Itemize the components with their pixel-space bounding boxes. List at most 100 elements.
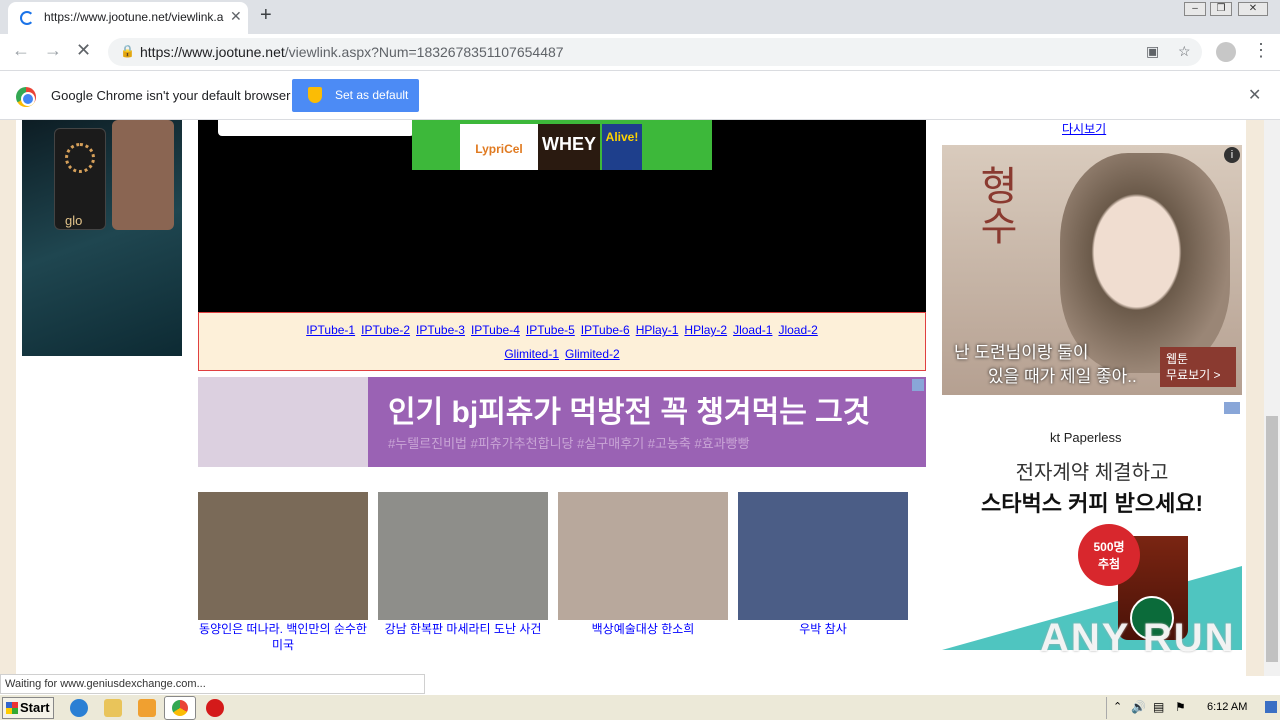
stop-sign-icon[interactable] bbox=[206, 699, 224, 717]
browser-tab[interactable]: https://www.jootune.net/viewlink.a ✕ bbox=[8, 2, 248, 34]
taskbar: Start ⌃ 🔊 ▤ ⚑ 6:12 AM bbox=[0, 694, 1280, 720]
address-bar[interactable]: 🔒 https://www.jootune.net/viewlink.aspx?… bbox=[108, 38, 1202, 66]
stream-link[interactable]: HPlay-2 bbox=[684, 323, 727, 337]
kt-headline-2: 스타벅스 커피 받으세요! bbox=[981, 491, 1203, 516]
restore-button[interactable]: ❐ bbox=[1210, 2, 1232, 16]
chrome-logo-icon bbox=[16, 87, 36, 107]
replay-link[interactable]: 다시보기 bbox=[1062, 120, 1106, 137]
stream-link[interactable]: IPTube-3 bbox=[416, 323, 465, 337]
lock-icon[interactable]: 🔒 bbox=[120, 44, 135, 58]
info-icon[interactable]: i bbox=[1224, 147, 1240, 163]
folder-icon[interactable] bbox=[104, 699, 122, 717]
shield-icon bbox=[308, 87, 322, 103]
product-whey: WHEY bbox=[538, 124, 600, 170]
stream-link[interactable]: IPTube-4 bbox=[471, 323, 520, 337]
default-browser-infobar: Google Chrome isn't your default browser… bbox=[0, 70, 1280, 120]
supplement-ad[interactable]: LypriCel WHEY Alive! bbox=[412, 120, 712, 170]
prize-badge: 500명 추첨 bbox=[1078, 524, 1140, 586]
anyrun-watermark: ANY RUN bbox=[1040, 616, 1236, 660]
device-image: glo bbox=[54, 128, 106, 230]
device-fan-icon bbox=[65, 143, 95, 173]
clock: 6:12 AM bbox=[1207, 701, 1248, 713]
product-lypricel: LypriCel bbox=[460, 124, 538, 170]
set-default-label: Set as default bbox=[335, 88, 409, 102]
thumbnail-caption[interactable]: 백상예술대상 한소희 bbox=[558, 621, 728, 637]
banner-ad[interactable]: 인기 bj피츄가 먹방전 꼭 챙겨먹는 그것 #누텔르진비법 #피츄가추천합니당… bbox=[198, 377, 926, 467]
thumbnail-image[interactable] bbox=[198, 492, 368, 620]
flag-icon[interactable]: ⚑ bbox=[1175, 700, 1186, 714]
product-alive: Alive! bbox=[602, 124, 642, 170]
blocked-popup-icon[interactable]: ▣ bbox=[1146, 43, 1159, 60]
brand-label: glo bbox=[65, 213, 83, 228]
webtoon-caption-line2: 있을 때가 제일 좋아.. bbox=[988, 367, 1137, 386]
minimize-button[interactable]: – bbox=[1184, 2, 1206, 16]
close-infobar-icon[interactable]: ✕ bbox=[1248, 85, 1261, 105]
windows-flag-icon bbox=[6, 702, 18, 714]
tray-expand-icon[interactable]: ⌃ bbox=[1113, 700, 1122, 713]
links-row-2: Glimited-1 Glimited-2 bbox=[199, 347, 925, 361]
stream-link[interactable]: IPTube-2 bbox=[361, 323, 410, 337]
device-side-image bbox=[112, 120, 174, 230]
webtoon-ad[interactable]: 형수 난 도련님이랑 둘이 있을 때가 제일 좋아.. 웹툰 무료보기 > i bbox=[942, 145, 1242, 395]
thumbnail-image[interactable] bbox=[378, 492, 548, 620]
volume-icon[interactable]: 🔊 bbox=[1131, 700, 1146, 714]
media-player-icon[interactable] bbox=[138, 699, 156, 717]
network-icon[interactable]: ▤ bbox=[1153, 700, 1164, 714]
url-text[interactable]: https://www.jootune.net/viewlink.aspx?Nu… bbox=[140, 44, 564, 60]
webtoon-caption-line1: 난 도련님이랑 둘이 bbox=[954, 343, 1089, 362]
webtoon-caption: 난 도련님이랑 둘이 있을 때가 제일 좋아.. bbox=[954, 341, 1137, 389]
thumbnail-caption[interactable]: 강남 한복판 마세라티 도난 사건 bbox=[378, 621, 548, 637]
start-label: Start bbox=[20, 700, 50, 715]
links-row-1: IPTube-1 IPTube-2 IPTube-3 IPTube-4 IPTube-5… bbox=[199, 323, 925, 337]
kt-logo: kt Paperless bbox=[1050, 430, 1122, 445]
kt-paperless-ad[interactable]: kt Paperless 전자계약 체결하고 스타벅스 커피 받으세요! 500… bbox=[942, 400, 1242, 650]
new-tab-icon[interactable]: + bbox=[260, 4, 272, 27]
bookmark-star-icon[interactable]: ☆ bbox=[1178, 43, 1191, 60]
system-tray: ⌃ 🔊 ▤ ⚑ 6:12 AM bbox=[1106, 697, 1278, 719]
banner-title: 인기 bj피츄가 먹방전 꼭 챙겨먹는 그것 bbox=[388, 396, 871, 429]
close-tab-icon[interactable]: ✕ bbox=[230, 8, 242, 25]
ie-icon[interactable] bbox=[70, 699, 88, 717]
infobar-message: Google Chrome isn't your default browser bbox=[51, 88, 291, 103]
tab-title: https://www.jootune.net/viewlink.a bbox=[44, 10, 224, 24]
profile-avatar-icon[interactable] bbox=[1216, 42, 1236, 62]
stream-link[interactable]: Glimited-2 bbox=[565, 347, 620, 361]
set-default-button[interactable]: Set as default bbox=[292, 79, 419, 112]
video-overlay-bar bbox=[218, 120, 414, 136]
stream-link[interactable]: IPTube-1 bbox=[306, 323, 355, 337]
stream-link[interactable]: HPlay-1 bbox=[636, 323, 679, 337]
kt-headline-1: 전자계약 체결하고 bbox=[1015, 462, 1169, 484]
back-icon[interactable]: ← bbox=[12, 40, 30, 61]
webtoon-button-line1: 웹툰 bbox=[1166, 352, 1189, 366]
start-button[interactable]: Start bbox=[2, 697, 54, 719]
adchoices-icon[interactable] bbox=[912, 379, 924, 391]
stream-link[interactable]: IPTube-6 bbox=[581, 323, 630, 337]
show-desktop-icon[interactable] bbox=[1265, 701, 1277, 713]
adchoices-icon[interactable] bbox=[1224, 402, 1240, 414]
forward-icon[interactable]: → bbox=[44, 40, 62, 61]
menu-icon[interactable]: ⋮ bbox=[1252, 40, 1270, 61]
badge-line2: 추첨 bbox=[1097, 557, 1121, 571]
thumbnail-image[interactable] bbox=[738, 492, 908, 620]
left-ad[interactable]: glo bbox=[22, 120, 182, 356]
thumbnail-image[interactable] bbox=[558, 492, 728, 620]
page-scrollbar[interactable] bbox=[1264, 120, 1280, 676]
banner-subtitle: #누텔르진비법 #피츄가추천합니당 #실구매후기 #고농축 #효과빵빵 bbox=[388, 436, 750, 451]
webtoon-button-line2: 무료보기 > bbox=[1166, 368, 1221, 382]
video-player[interactable]: LypriCel WHEY Alive! bbox=[198, 120, 926, 312]
thumbnail-caption[interactable]: 동양인은 떠나라. 백인만의 순수한 미국 bbox=[198, 621, 368, 653]
stream-link[interactable]: IPTube-5 bbox=[526, 323, 575, 337]
tab-strip: https://www.jootune.net/viewlink.a ✕ + –… bbox=[0, 0, 1280, 34]
stream-link[interactable]: Glimited-1 bbox=[504, 347, 559, 361]
status-bubble: Waiting for www.geniusdexchange.com... bbox=[0, 674, 425, 694]
loading-spinner-icon bbox=[20, 11, 34, 25]
scrollbar-thumb[interactable] bbox=[1266, 416, 1278, 662]
webtoon-free-button[interactable]: 웹툰 무료보기 > bbox=[1160, 347, 1236, 387]
stream-link[interactable]: Jload-1 bbox=[733, 323, 772, 337]
stream-link[interactable]: Jload-2 bbox=[778, 323, 817, 337]
thumbnail-caption[interactable]: 우박 참사 bbox=[738, 621, 908, 637]
stop-icon[interactable]: ✕ bbox=[76, 40, 91, 61]
webtoon-title: 형수 bbox=[972, 165, 1018, 245]
webtoon-illustration bbox=[1060, 153, 1230, 373]
close-window-button[interactable]: ✕ bbox=[1238, 2, 1268, 16]
